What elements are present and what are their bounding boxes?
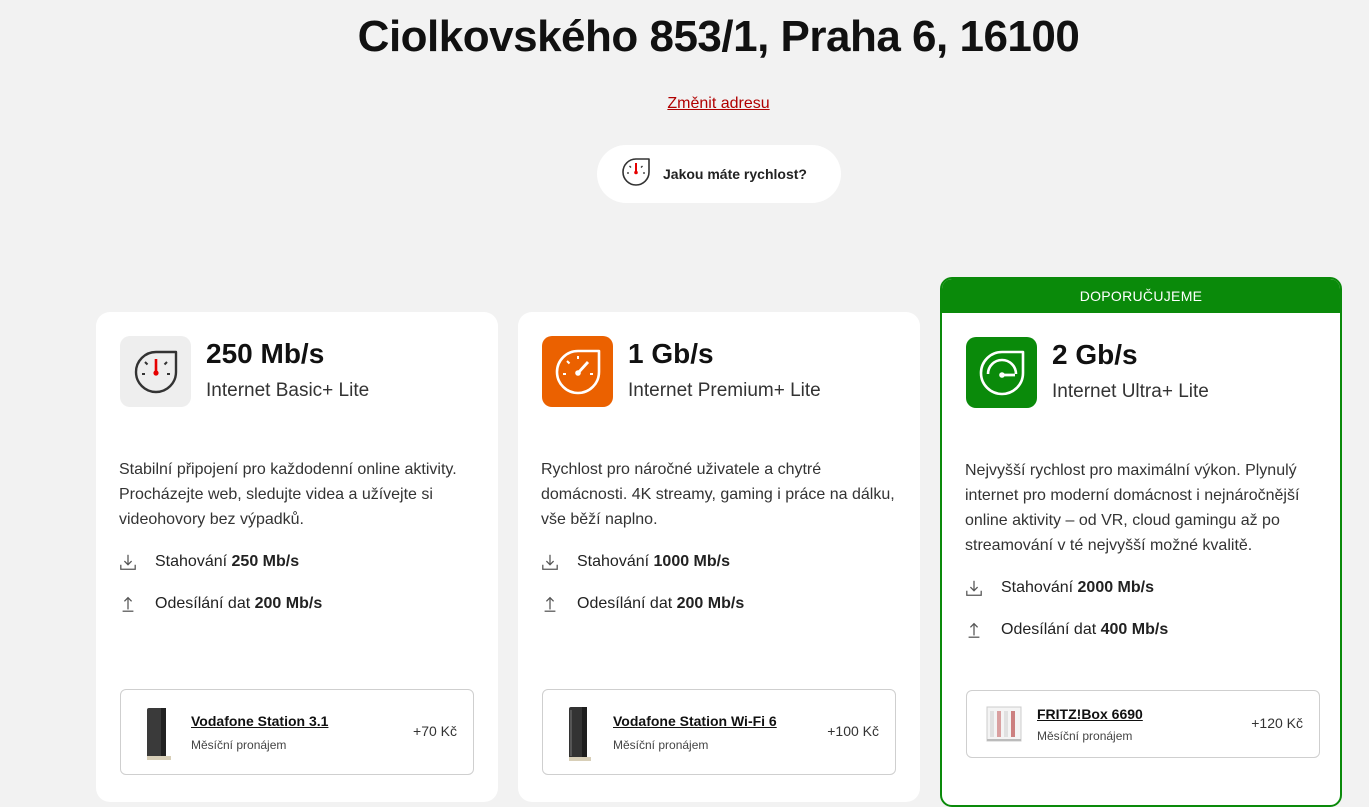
speedometer-icon xyxy=(621,157,651,192)
download-feature: Stahování 2000 Mb/s xyxy=(965,578,1154,598)
device-option[interactable]: Vodafone Station Wi-Fi 6 Měsíční pronáje… xyxy=(542,689,896,775)
download-icon xyxy=(965,578,983,598)
device-rental-label: Měsíční pronájem xyxy=(1037,729,1133,743)
device-name[interactable]: Vodafone Station Wi-Fi 6 xyxy=(613,713,777,729)
plan-description: Nejvyšší rychlost pro maximální výkon. P… xyxy=(965,462,1300,554)
download-icon xyxy=(119,552,137,572)
change-address-link[interactable]: Změnit adresu xyxy=(0,95,1369,113)
device-price: +70 Kč xyxy=(413,723,457,739)
device-name[interactable]: FRITZ!Box 6690 xyxy=(1037,706,1143,722)
upload-value: 200 Mb/s xyxy=(254,595,323,612)
upload-value: 400 Mb/s xyxy=(1100,621,1169,638)
plan-description: Rychlost pro náročné uživatele a chytré … xyxy=(541,461,895,528)
device-price: +120 Kč xyxy=(1251,715,1303,731)
speedometer-low-icon xyxy=(120,336,191,407)
plan-name: Internet Basic+ Lite xyxy=(206,380,370,401)
device-price: +100 Kč xyxy=(827,723,879,739)
upload-label: Odesílání dat xyxy=(1001,621,1097,638)
plan-speed: 250 Mb/s xyxy=(206,338,325,369)
recommended-badge: DOPORUČUJEME xyxy=(942,279,1340,313)
download-value: 250 Mb/s xyxy=(231,553,300,570)
upload-icon xyxy=(119,594,137,614)
upload-icon xyxy=(965,620,983,640)
download-label: Stahování xyxy=(1001,579,1074,596)
speedometer-medium-icon xyxy=(542,336,613,407)
router-image xyxy=(985,703,1025,750)
device-rental-label: Měsíční pronájem xyxy=(191,738,287,752)
device-option[interactable]: FRITZ!Box 6690 Měsíční pronájem +120 Kč xyxy=(966,690,1320,758)
upload-label: Odesílání dat xyxy=(577,595,673,612)
plan-speed: 2 Gb/s xyxy=(1052,339,1138,370)
download-label: Stahování xyxy=(155,553,228,570)
router-image xyxy=(561,704,597,769)
upload-label: Odesílání dat xyxy=(155,595,251,612)
upload-icon xyxy=(541,594,559,614)
download-label: Stahování xyxy=(577,553,650,570)
download-feature: Stahování 1000 Mb/s xyxy=(541,552,730,572)
upload-value: 200 Mb/s xyxy=(676,595,745,612)
download-value: 1000 Mb/s xyxy=(653,553,730,570)
device-rental-label: Měsíční pronájem xyxy=(613,738,709,752)
plan-description: Stabilní připojení pro každodenní online… xyxy=(119,461,457,528)
speed-test-label: Jakou máte rychlost? xyxy=(663,166,807,182)
plan-card-basic[interactable]: 250 Mb/s Internet Basic+ Lite Stabilní p… xyxy=(96,312,498,802)
device-option[interactable]: Vodafone Station 3.1 Měsíční pronájem +7… xyxy=(120,689,474,775)
speed-test-button[interactable]: Jakou máte rychlost? xyxy=(597,145,841,203)
speedometer-high-icon xyxy=(966,337,1037,408)
plan-name: Internet Ultra+ Lite xyxy=(1052,381,1209,402)
page-title: Ciolkovského 853/1, Praha 6, 16100 xyxy=(357,12,1080,61)
plan-card-premium[interactable]: 1 Gb/s Internet Premium+ Lite Rychlost p… xyxy=(518,312,920,802)
device-name[interactable]: Vodafone Station 3.1 xyxy=(191,713,328,729)
upload-feature: Odesílání dat 200 Mb/s xyxy=(119,594,322,614)
plan-speed: 1 Gb/s xyxy=(628,338,714,369)
upload-feature: Odesílání dat 400 Mb/s xyxy=(965,620,1168,640)
plan-card-ultra[interactable]: DOPORUČUJEME 2 Gb/s Internet Ultra+ Lite… xyxy=(940,277,1342,807)
download-feature: Stahování 250 Mb/s xyxy=(119,552,299,572)
plan-name: Internet Premium+ Lite xyxy=(628,380,821,401)
download-value: 2000 Mb/s xyxy=(1077,579,1154,596)
download-icon xyxy=(541,552,559,572)
upload-feature: Odesílání dat 200 Mb/s xyxy=(541,594,744,614)
router-image xyxy=(139,704,175,769)
